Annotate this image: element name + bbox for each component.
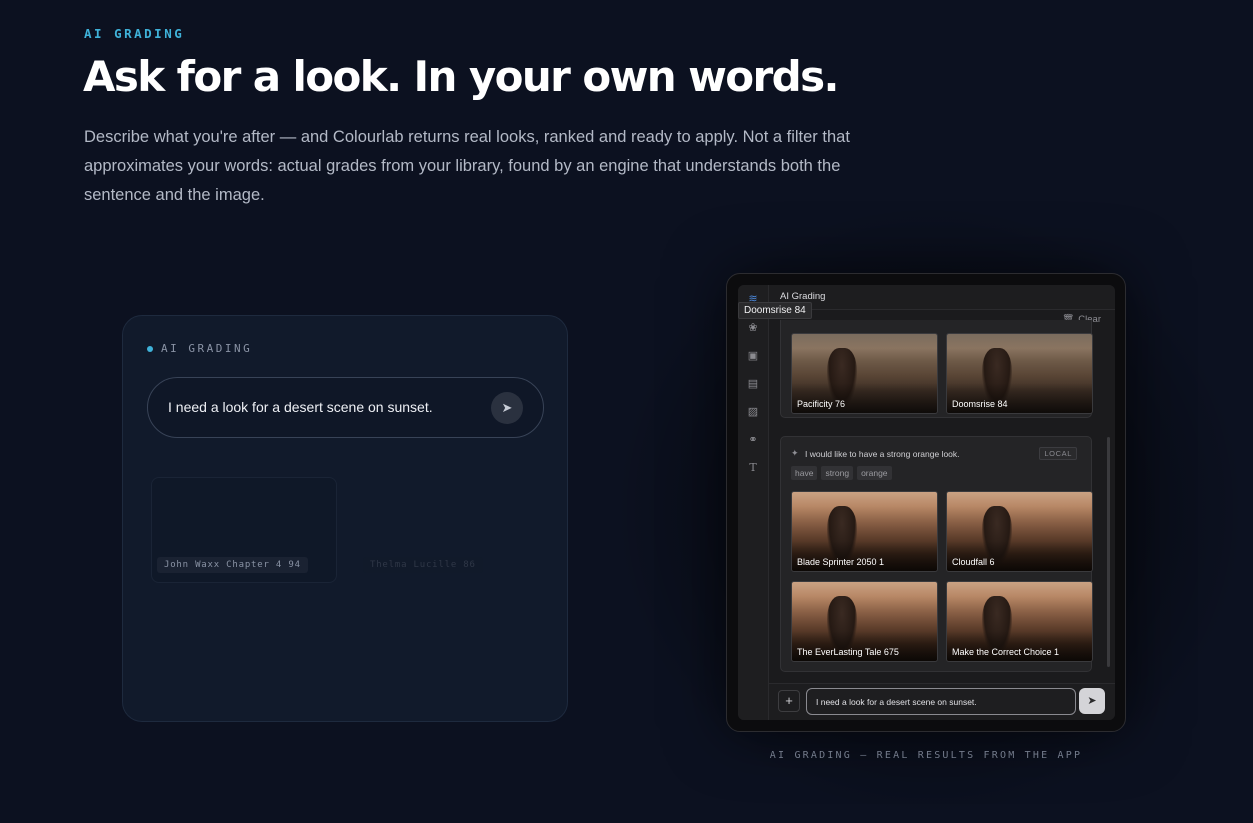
sparkle-icon: ✦	[791, 448, 799, 458]
look-name: Blade Sprinter 2050 1	[797, 557, 885, 567]
text-icon[interactable]: T	[746, 461, 760, 475]
app-header: AI Grading	[769, 285, 1115, 310]
look-thumbnail[interactable]: Make the Correct Choice 1	[946, 581, 1093, 662]
chat-input[interactable]: I need a look for a desert scene on suns…	[806, 688, 1076, 715]
app-screenshot-frame: ≋ ❀ ▣ ▤ ▨ ⚭ T AI Grading Doomsrise 84 🗑 …	[726, 273, 1126, 732]
look-thumbnail[interactable]: Blade Sprinter 2050 1	[791, 491, 938, 572]
look-name: Cloudfall 6	[952, 557, 995, 567]
ghost-result-label: John Waxx Chapter 4 94	[157, 557, 308, 573]
local-badge: LOCAL	[1039, 447, 1077, 460]
app-header-title: AI Grading	[780, 291, 826, 302]
color-wheel-icon[interactable]: ❀	[746, 321, 760, 335]
look-name: Pacificity 76	[797, 399, 846, 409]
app-window: ≋ ❀ ▣ ▤ ▨ ⚭ T AI Grading Doomsrise 84 🗑 …	[738, 285, 1115, 720]
clapperboard-icon[interactable]: ▨	[746, 405, 760, 419]
hero-title: Ask for a look. In your own words.	[83, 52, 839, 101]
chat-footer: + I need a look for a desert scene on su…	[769, 683, 1115, 720]
plus-icon[interactable]: +	[778, 690, 800, 712]
app-caption: AI GRADING — REAL RESULTS FROM THE APP	[769, 750, 1083, 761]
send-icon[interactable]: ➤	[1079, 688, 1105, 714]
send-arrow-icon[interactable]: ➤	[491, 392, 523, 424]
ghost-result-label: Thelma Lucille 86	[363, 557, 483, 573]
keyword-chips: have strong orange	[791, 466, 892, 480]
chat-input-text: I need a look for a desert scene on suns…	[816, 697, 977, 707]
results-panel: Pacificity 76 Doomsrise 84	[780, 320, 1093, 418]
query-panel: ✦ I would like to have a strong orange l…	[780, 436, 1093, 672]
keyword-chip[interactable]: strong	[821, 466, 854, 480]
hero-description: Describe what you're after — and Colourl…	[84, 128, 850, 204]
look-name: Doomsrise 84	[952, 399, 1008, 409]
tooltip: Doomsrise 84	[738, 302, 812, 319]
look-thumbnail[interactable]: Cloudfall 6	[946, 491, 1093, 572]
demo-card: AI GRADING I need a look for a desert sc…	[122, 315, 568, 722]
image-icon[interactable]: ▣	[746, 349, 760, 363]
look-name: Make the Correct Choice 1	[952, 647, 1060, 657]
look-thumbnail[interactable]: The EverLasting Tale 675	[791, 581, 938, 662]
query-text: I would like to have a strong orange loo…	[805, 449, 960, 459]
demo-label-text: AI GRADING	[161, 342, 253, 355]
tool-rail: ≋ ❀ ▣ ▤ ▨ ⚭ T	[738, 285, 769, 720]
film-icon[interactable]: ▤	[746, 377, 760, 391]
demo-label: AI GRADING	[147, 342, 252, 355]
look-thumbnail[interactable]: Doomsrise 84	[946, 333, 1093, 414]
look-thumbnail[interactable]: Pacificity 76	[791, 333, 938, 414]
query-row: ✦ I would like to have a strong orange l…	[791, 447, 1081, 462]
headphones-icon[interactable]: ⚭	[746, 433, 760, 447]
demo-prompt-text: I need a look for a desert scene on suns…	[168, 399, 433, 415]
keyword-chip[interactable]: orange	[857, 466, 892, 480]
keyword-chip[interactable]: have	[791, 466, 818, 480]
look-name: The EverLasting Tale 675	[797, 647, 899, 657]
scrollbar[interactable]	[1107, 437, 1110, 667]
section-eyebrow: AI GRADING	[84, 26, 185, 41]
demo-prompt-input[interactable]: I need a look for a desert scene on suns…	[147, 377, 544, 438]
status-dot-icon	[147, 345, 153, 352]
